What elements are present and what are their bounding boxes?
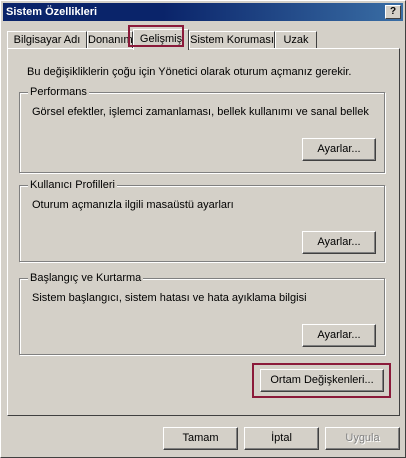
user-profiles-description: Oturum açmanızla ilgili masaüstü ayarlar… bbox=[32, 199, 234, 211]
startup-recovery-group-title: Başlangıç ve Kurtarma bbox=[28, 272, 144, 284]
startup-recovery-group: Başlangıç ve Kurtarma Sistem başlangıcı,… bbox=[19, 272, 385, 355]
tab-computer-name[interactable]: Bilgisayar Adı bbox=[7, 31, 87, 49]
tab-advanced[interactable]: Gelişmiş bbox=[133, 29, 189, 50]
performance-description: Görsel efektler, işlemci zamanlaması, be… bbox=[32, 106, 369, 118]
system-properties-window: Sistem Özellikleri ? Bilgisayar Adı Dona… bbox=[0, 0, 406, 458]
tab-remote[interactable]: Uzak bbox=[275, 31, 317, 49]
ok-button[interactable]: Tamam bbox=[163, 427, 238, 450]
user-profiles-group-title: Kullanıcı Profilleri bbox=[28, 179, 117, 191]
startup-recovery-description: Sistem başlangıcı, sistem hatası ve hata… bbox=[32, 292, 307, 304]
user-profiles-group: Kullanıcı Profilleri Oturum açmanızla il… bbox=[19, 179, 385, 262]
tab-system-protection[interactable]: Sistem Koruması bbox=[189, 31, 275, 49]
help-button[interactable]: ? bbox=[385, 5, 401, 19]
apply-button[interactable]: Uygula bbox=[325, 427, 400, 450]
title-bar[interactable]: Sistem Özellikleri ? bbox=[3, 3, 403, 21]
tab-hardware[interactable]: Donanım bbox=[87, 31, 133, 49]
startup-recovery-settings-button[interactable]: Ayarlar... bbox=[302, 324, 376, 347]
performance-group: Performans Görsel efektler, işlemci zama… bbox=[19, 86, 385, 173]
environment-variables-button[interactable]: Ortam Değişkenleri... bbox=[260, 369, 384, 392]
admin-notice-text: Bu değişikliklerin çoğu için Yönetici ol… bbox=[27, 66, 352, 78]
window-title: Sistem Özellikleri bbox=[6, 6, 98, 18]
cancel-button[interactable]: İptal bbox=[244, 427, 319, 450]
user-profiles-settings-button[interactable]: Ayarlar... bbox=[302, 231, 376, 254]
performance-group-title: Performans bbox=[28, 86, 89, 98]
performance-settings-button[interactable]: Ayarlar... bbox=[302, 138, 376, 161]
